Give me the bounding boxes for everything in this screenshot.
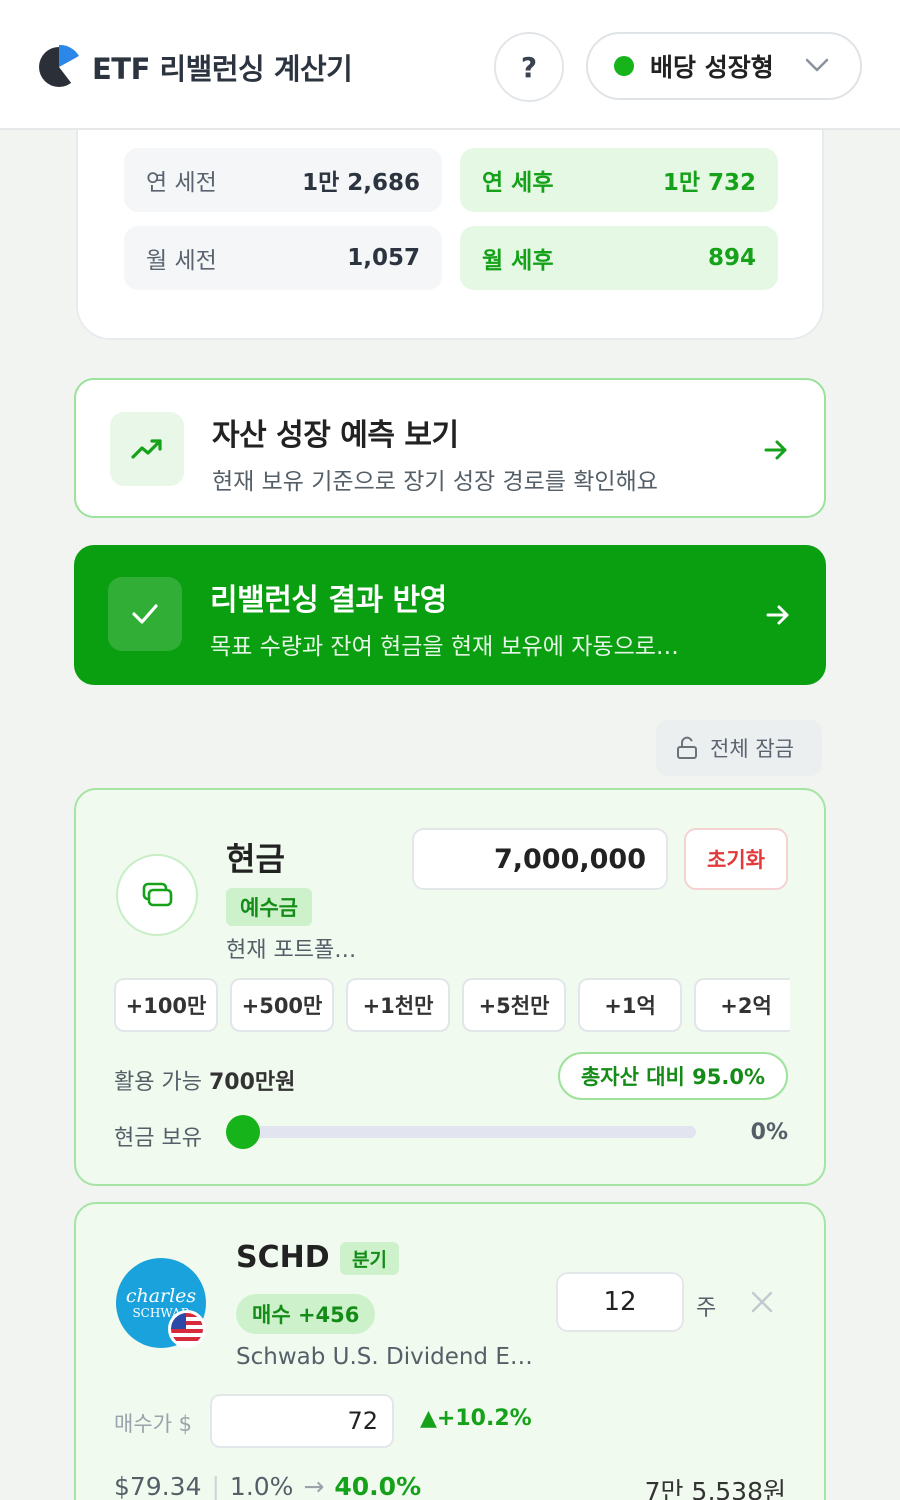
current-price: $79.34 bbox=[114, 1472, 202, 1500]
quantity-unit: 주 bbox=[696, 1296, 717, 1321]
year-pretax-label: 연 세전 bbox=[146, 170, 217, 196]
arrow-right-icon bbox=[764, 440, 787, 460]
month-posttax-stat: 월 세후 894 bbox=[460, 226, 778, 290]
quick-add-buttons: +100만 +500만 +1천만 +5천만 +1억 +2억 bbox=[114, 978, 790, 1032]
weight-row: $79.34 | 1.0% → 40.0% bbox=[114, 1472, 421, 1500]
year-posttax-label: 연 세후 bbox=[482, 170, 554, 196]
month-pretax-label: 월 세전 bbox=[146, 248, 217, 274]
holding-amount: 7만 5,538원 bbox=[644, 1477, 786, 1500]
year-pretax-value: 1만 2,686 bbox=[302, 170, 420, 196]
us-flag-icon bbox=[168, 1310, 206, 1348]
current-weight: 1.0% bbox=[229, 1472, 294, 1500]
lock-all-button[interactable]: 전체 잠금 bbox=[656, 720, 822, 776]
buy-price-input[interactable] bbox=[210, 1394, 394, 1448]
cash-card: 현금 예수금 현재 포트폴… 초기화 +100만 +500만 +1천만 +5천만… bbox=[74, 788, 826, 1186]
quick-add-100man-button[interactable]: +100만 bbox=[114, 978, 218, 1032]
price-change: ▲+10.2% bbox=[420, 1406, 532, 1431]
year-posttax-value: 1만 732 bbox=[662, 170, 756, 196]
apply-card-title: 리밸런싱 결과 반영 bbox=[210, 583, 447, 618]
cash-hold-value: 0% bbox=[750, 1120, 788, 1145]
quantity-input[interactable] bbox=[556, 1272, 684, 1332]
help-button[interactable]: ? bbox=[494, 32, 564, 102]
strategy-label: 배당 성장형 bbox=[650, 53, 774, 82]
cash-hold-slider-track[interactable] bbox=[242, 1126, 696, 1138]
unlock-icon bbox=[677, 736, 697, 759]
wallet-icon bbox=[116, 854, 198, 936]
cash-description: 현재 포트폴… bbox=[226, 938, 357, 963]
month-posttax-value: 894 bbox=[707, 245, 756, 271]
month-pretax-value: 1,057 bbox=[347, 245, 420, 271]
available-value: 700만원 bbox=[208, 1070, 296, 1095]
growth-card-title: 자산 성장 예측 보기 bbox=[212, 418, 459, 453]
pie-chart-logo-icon bbox=[39, 44, 80, 87]
reset-button[interactable]: 초기화 bbox=[684, 828, 788, 890]
etf-full-name: Schwab U.S. Dividend E… bbox=[236, 1344, 533, 1370]
apply-rebalancing-button[interactable]: 리밸런싱 결과 반영 목표 수량과 잔여 현금을 현재 보유에 자동으로… bbox=[74, 545, 826, 685]
cash-amount-input[interactable] bbox=[412, 828, 668, 890]
cash-hold-slider-thumb[interactable] bbox=[226, 1115, 260, 1149]
separator: | bbox=[211, 1472, 220, 1500]
status-dot-icon bbox=[614, 56, 634, 76]
asset-ratio-badge: 총자산 대비 95.0% bbox=[558, 1052, 788, 1100]
growth-card-desc: 현재 보유 기준으로 장기 성장 경로를 확인해요 bbox=[212, 469, 658, 495]
strategy-select[interactable]: 배당 성장형 bbox=[586, 32, 862, 100]
quick-add-5cheonman-button[interactable]: +5천만 bbox=[462, 978, 566, 1032]
year-pretax-stat: 연 세전 1만 2,686 bbox=[124, 148, 442, 212]
deposit-badge: 예수금 bbox=[226, 888, 312, 926]
available-label: 활용 가능 bbox=[114, 1070, 202, 1095]
cash-title: 현금 bbox=[226, 840, 285, 878]
trending-up-icon bbox=[110, 412, 184, 486]
quick-add-1eok-button[interactable]: +1억 bbox=[578, 978, 682, 1032]
month-pretax-stat: 월 세전 1,057 bbox=[124, 226, 442, 290]
month-posttax-label: 월 세후 bbox=[482, 248, 554, 274]
logo-text: charles bbox=[125, 1284, 197, 1307]
etf-card-schd: charles SCHWAB SCHD 분기 매수 +456 Schwab U.… bbox=[74, 1202, 826, 1500]
etf-ticker: SCHD bbox=[236, 1240, 330, 1275]
arrow-right-icon bbox=[766, 605, 789, 625]
close-icon[interactable] bbox=[748, 1288, 776, 1316]
dividend-summary-card: 연 세전 1만 2,686 연 세후 1만 732 월 세전 1,057 월 세… bbox=[76, 100, 824, 340]
chevron-down-icon bbox=[805, 58, 829, 72]
app-header: ETF 리밸런싱 계산기 ? 배당 성장형 bbox=[0, 0, 900, 130]
arrow-right-icon: → bbox=[303, 1472, 325, 1500]
year-posttax-stat: 연 세후 1만 732 bbox=[460, 148, 778, 212]
target-weight: 40.0% bbox=[334, 1472, 422, 1500]
cash-hold-label: 현금 보유 bbox=[114, 1126, 202, 1151]
check-icon bbox=[108, 577, 182, 651]
buy-quantity-badge: 매수 +456 bbox=[236, 1294, 376, 1334]
quick-add-500man-button[interactable]: +500만 bbox=[230, 978, 334, 1032]
available-cash: 활용 가능 700만원 bbox=[114, 1064, 295, 1096]
lock-all-label: 전체 잠금 bbox=[710, 737, 794, 761]
growth-forecast-card[interactable]: 자산 성장 예측 보기 현재 보유 기준으로 장기 성장 경로를 확인해요 bbox=[74, 378, 826, 518]
buy-price-label: 매수가 $ bbox=[114, 1412, 192, 1436]
quick-add-2eok-button[interactable]: +2억 bbox=[694, 978, 790, 1032]
dividend-frequency-badge: 분기 bbox=[340, 1242, 399, 1275]
app-title: ETF 리밸런싱 계산기 bbox=[92, 52, 353, 86]
quick-add-1cheonman-button[interactable]: +1천만 bbox=[346, 978, 450, 1032]
apply-card-desc: 목표 수량과 잔여 현금을 현재 보유에 자동으로… bbox=[210, 634, 679, 660]
